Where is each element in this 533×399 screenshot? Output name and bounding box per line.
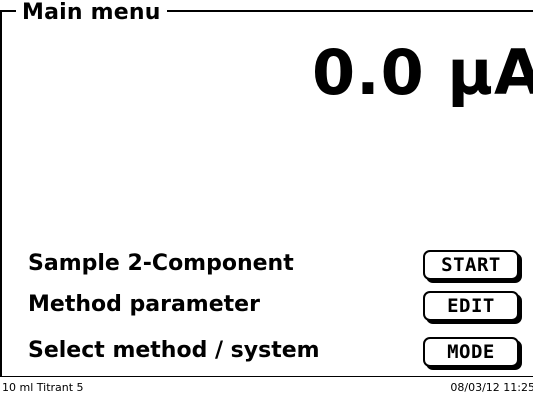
edit-button[interactable]: EDIT [423,291,519,321]
mode-button[interactable]: MODE [423,337,519,367]
menu-title: Main menu [16,0,167,26]
titrant-status: 10 ml Titrant 5 [2,381,84,394]
action-label-method-parameter: Method parameter [28,292,260,317]
status-bar: 10 ml Titrant 5 08/03/12 11:25 [0,376,533,399]
action-label-select-method: Select method / system [28,338,320,363]
action-label-sample: Sample 2-Component [28,251,294,276]
current-reading: 0.0 µA [311,36,533,109]
start-button[interactable]: START [423,250,519,280]
date-time: 08/03/12 11:25 [450,381,533,394]
